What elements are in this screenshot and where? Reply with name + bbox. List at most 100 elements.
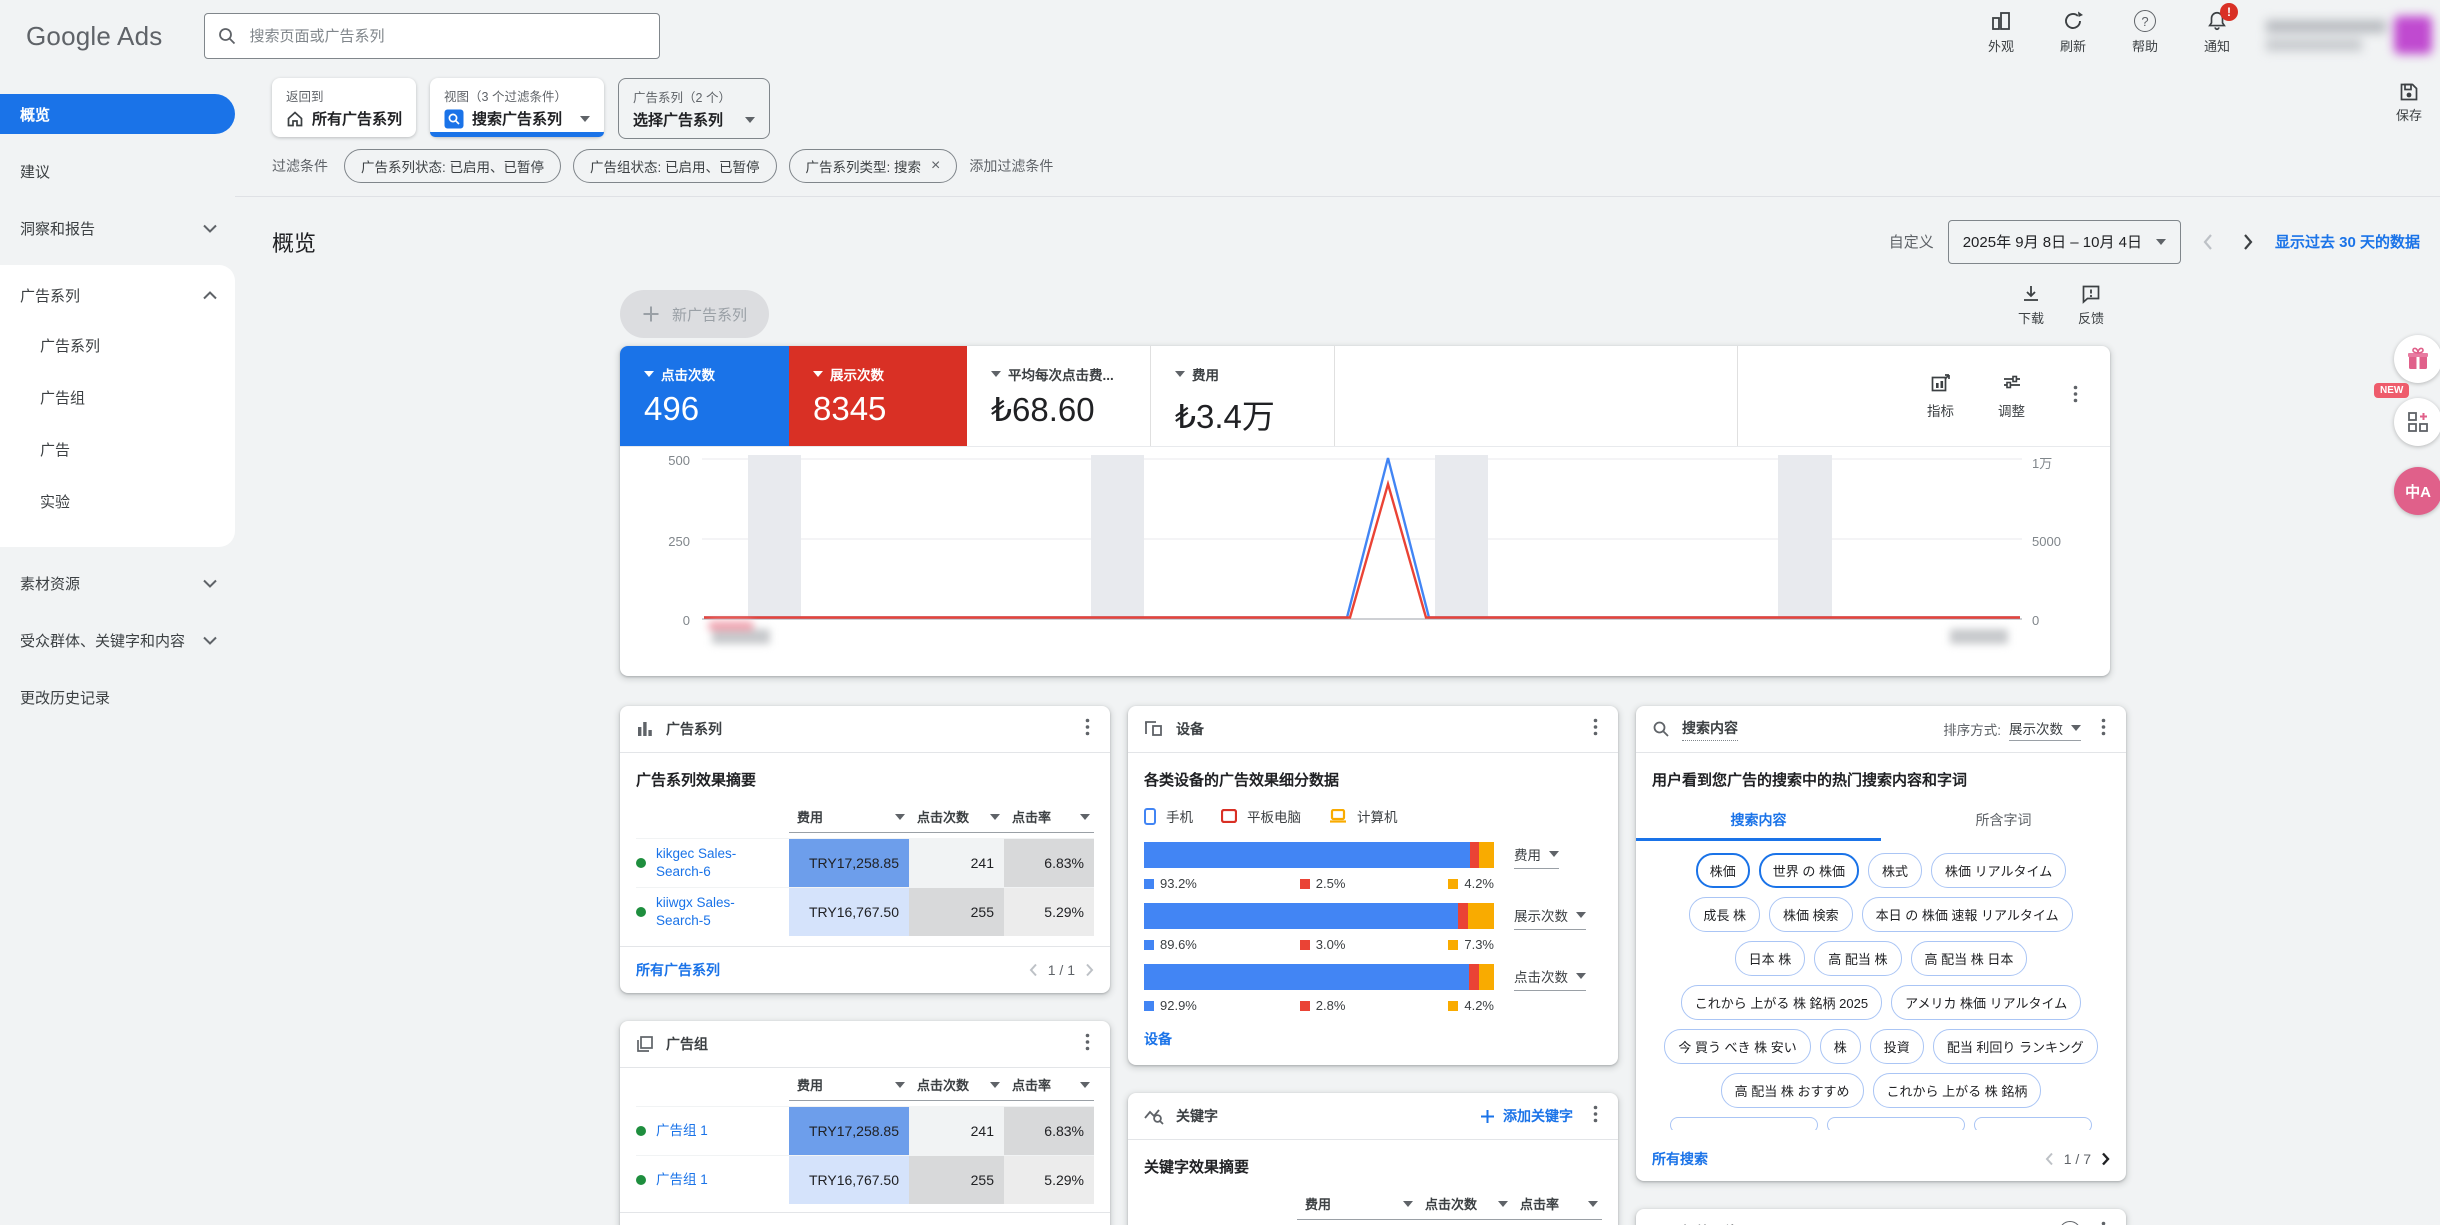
- page-prev-icon[interactable]: [1029, 963, 1038, 977]
- sort-cost[interactable]: 费用: [789, 807, 909, 833]
- search-term-chip[interactable]: 株価 検索: [1769, 897, 1853, 932]
- scorecard-impressions[interactable]: 展示次数 8345: [789, 346, 967, 446]
- sort-ctr[interactable]: 点击率: [1004, 1075, 1094, 1101]
- search-term-chip[interactable]: 株式: [1868, 853, 1922, 888]
- gift-widget-button[interactable]: [2394, 335, 2440, 383]
- show-last-30-days-link[interactable]: 显示过去 30 天的数据: [2275, 231, 2420, 252]
- page-prev-icon[interactable]: [2045, 1152, 2054, 1166]
- search-term-chip[interactable]: これから 上がる 株 銘柄 2025: [1681, 985, 1882, 1020]
- global-search[interactable]: [204, 13, 660, 59]
- search-term-chip[interactable]: アメリカ 株価 リアルタイム: [1891, 985, 2081, 1020]
- sort-cost[interactable]: 费用: [789, 1075, 909, 1101]
- tab-search-terms[interactable]: 搜索内容: [1636, 800, 1881, 841]
- sort-by-selector[interactable]: 展示次数: [2009, 718, 2081, 741]
- sidebar-item-audiences[interactable]: 受众群体、关键字和内容: [0, 620, 235, 660]
- save-button[interactable]: 保存: [2396, 82, 2422, 124]
- add-keyword-button[interactable]: 添加关键字: [1480, 1106, 1573, 1126]
- refresh-button[interactable]: 刷新: [2050, 10, 2096, 55]
- sidebar-item-campaigns[interactable]: 广告系列: [0, 325, 235, 365]
- search-term-chip[interactable]: 配当 利回り ランキング: [1933, 1029, 2098, 1064]
- all-campaigns-link[interactable]: 所有广告系列: [636, 960, 720, 980]
- sort-cost[interactable]: 费用: [1297, 1194, 1417, 1220]
- campaign-link[interactable]: kiiwgx Sales-Search-5: [656, 894, 779, 930]
- search-term-chip[interactable]: これから 上がる 株 銘柄: [1873, 1073, 2042, 1108]
- sort-clicks[interactable]: 点击次数: [909, 1075, 1004, 1101]
- filter-chip-adgroup-status[interactable]: 广告组状态: 已启用、已暂停: [573, 149, 777, 183]
- devices-link[interactable]: 设备: [1144, 1031, 1172, 1047]
- search-term-chip[interactable]: 今 買う べき 株 安い: [1664, 1029, 1810, 1064]
- sidebar-item-assets[interactable]: 素材资源: [0, 563, 235, 603]
- search-input[interactable]: [247, 27, 647, 46]
- sort-ctr[interactable]: 点击率: [1004, 807, 1094, 833]
- adjust-button[interactable]: 调整: [1998, 373, 2025, 420]
- sidebar-item-overview[interactable]: 概览: [0, 94, 235, 134]
- translate-widget-button[interactable]: 中A: [2394, 467, 2440, 515]
- page-next-icon[interactable]: [1085, 963, 1094, 977]
- sidebar-item-ad-groups[interactable]: 广告组: [0, 377, 235, 417]
- download-button[interactable]: 下载: [2018, 284, 2044, 327]
- sort-clicks[interactable]: 点击次数: [909, 807, 1004, 833]
- appearance-button[interactable]: 外观: [1978, 10, 2024, 55]
- feedback-button[interactable]: 反馈: [2078, 284, 2104, 327]
- sidebar-item-insights[interactable]: 洞察和报告: [0, 208, 235, 248]
- search-term-chip[interactable]: 投資: [1870, 1029, 1924, 1064]
- account-info-redacted[interactable]: [2266, 16, 2432, 54]
- scorecard-cost[interactable]: 费用 ₺3.4万: [1151, 346, 1335, 446]
- page-next-icon[interactable]: [2101, 1152, 2110, 1166]
- filter-chip-campaign-status[interactable]: 广告系列状态: 已启用、已暂停: [344, 149, 561, 183]
- device-metric-selector[interactable]: 展示次数: [1514, 905, 1586, 930]
- remove-filter-icon[interactable]: ×: [931, 158, 940, 174]
- search-term-chip[interactable]: 成長 株: [1689, 897, 1760, 932]
- sidebar-item-change-history[interactable]: 更改历史记录: [0, 677, 235, 717]
- card-menu-kebab-icon[interactable]: [1589, 714, 1602, 745]
- filter-chip-campaign-type[interactable]: 广告系列类型: 搜索 ×: [789, 149, 958, 183]
- time-series-chart[interactable]: 500 250 0 1万 5000 0: [620, 447, 2110, 675]
- device-metric-selector[interactable]: 费用: [1514, 844, 1559, 869]
- search-term-chip[interactable]: 株価 リアルタイム: [1931, 853, 2066, 888]
- sidebar-item-suggestions[interactable]: 建议: [0, 151, 235, 191]
- card-menu-kebab-icon[interactable]: [2097, 1217, 2110, 1225]
- sidebar-item-experiments[interactable]: 实验: [0, 481, 235, 521]
- sidebar-item-campaigns-group[interactable]: 广告系列: [0, 275, 235, 315]
- tab-included-words[interactable]: 所含字词: [1881, 800, 2126, 841]
- caret-down-icon: [2156, 239, 2166, 245]
- campaign-link[interactable]: kikgec Sales-Search-6: [656, 845, 779, 881]
- add-filter-button[interactable]: 添加过滤条件: [969, 156, 1053, 176]
- chart-menu-kebab-icon[interactable]: [2069, 381, 2082, 412]
- card-menu-kebab-icon[interactable]: [2097, 714, 2110, 745]
- date-range-picker[interactable]: 2025年 9月 8日 – 10月 4日: [1948, 220, 2181, 264]
- extension-widget-button[interactable]: [2394, 398, 2440, 446]
- sort-clicks[interactable]: 点击次数: [1417, 1194, 1512, 1220]
- search-term-chip[interactable]: 株価: [1696, 853, 1750, 888]
- card-menu-kebab-icon[interactable]: [1081, 714, 1094, 745]
- notifications-button[interactable]: ! 通知: [2194, 10, 2240, 55]
- search-term-chip[interactable]: 本日 の 株価 速報 リアルタイム: [1862, 897, 2073, 932]
- previous-period-button[interactable]: [2195, 229, 2221, 255]
- search-term-chip[interactable]: 高 配当 株 日本: [1911, 941, 2028, 976]
- ad-group-link[interactable]: 广告组 1: [656, 1122, 708, 1140]
- metrics-button[interactable]: 指标: [1927, 373, 1954, 420]
- card-menu-kebab-icon[interactable]: [1081, 1029, 1094, 1060]
- search-term-chip[interactable]: 世界 の 株価: [1759, 853, 1859, 888]
- next-period-button[interactable]: [2235, 229, 2261, 255]
- back-to-all-campaigns-button[interactable]: 返回到 所有广告系列: [272, 78, 416, 137]
- new-campaign-button[interactable]: 新广告系列: [620, 290, 769, 338]
- campaign-selector[interactable]: 广告系列（2 个） 选择广告系列: [618, 78, 770, 139]
- sidebar-item-ads[interactable]: 广告: [0, 429, 235, 469]
- search-term-chip[interactable]: 高 配当 株 おすすめ: [1721, 1073, 1864, 1108]
- scorecard-avg-cpc[interactable]: 平均每次点击费... ₺68.60: [967, 346, 1151, 446]
- search-term-chip[interactable]: 日本 株: [1735, 941, 1806, 976]
- help-icon[interactable]: ?: [2059, 1221, 2081, 1225]
- scorecard-clicks[interactable]: 点击次数 496: [620, 346, 789, 446]
- sort-ctr[interactable]: 点击率: [1512, 1194, 1602, 1220]
- all-searches-link[interactable]: 所有搜索: [1652, 1149, 1708, 1169]
- search-term-chip[interactable]: 株: [1820, 1029, 1861, 1064]
- view-selector[interactable]: 视图（3 个过滤条件） 搜索广告系列: [430, 78, 604, 137]
- search-term-chip[interactable]: 高 配当 株: [1814, 941, 1901, 976]
- devices-card: 设备 各类设备的广告效果细分数据 手机 平板电脑: [1128, 706, 1618, 1065]
- help-button[interactable]: ? 帮助: [2122, 10, 2168, 55]
- card-menu-kebab-icon[interactable]: [1589, 1101, 1602, 1132]
- layers-icon: [636, 1035, 654, 1053]
- device-metric-selector[interactable]: 点击次数: [1514, 966, 1586, 991]
- ad-group-link[interactable]: 广告组 1: [656, 1171, 708, 1189]
